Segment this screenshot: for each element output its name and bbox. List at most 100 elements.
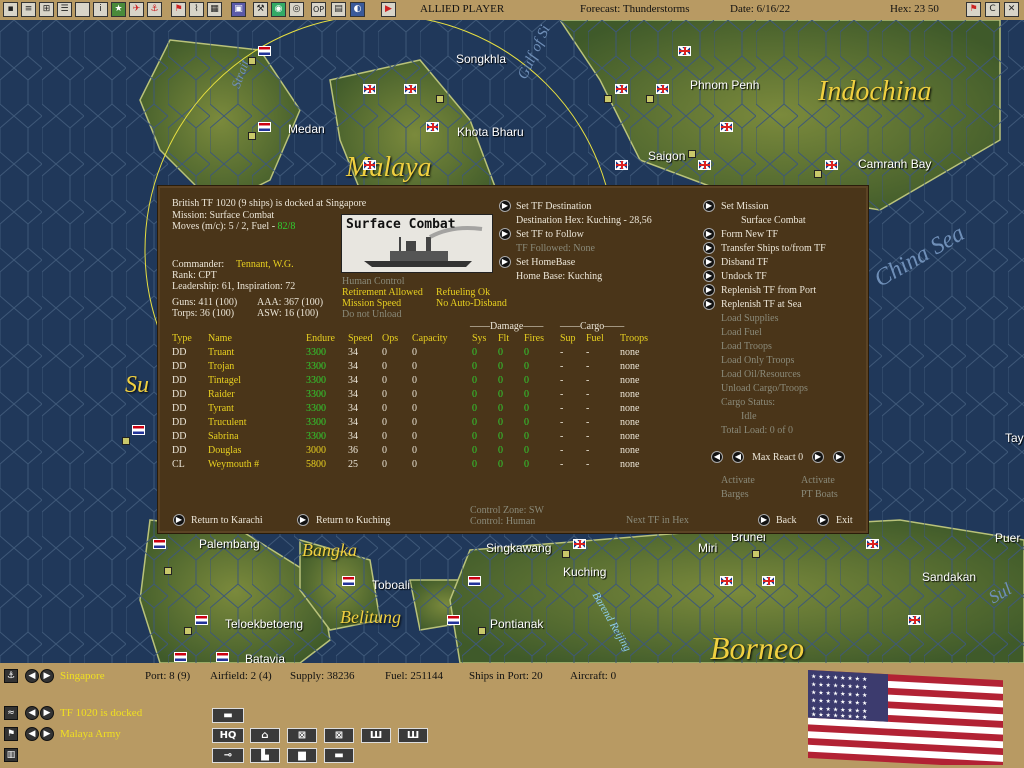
dutch-flag-icon[interactable] — [258, 46, 271, 56]
load-fuel-button[interactable]: Load Fuel — [721, 327, 762, 338]
arrow-right-icon[interactable]: ▶ — [703, 298, 715, 310]
arrow-right-icon[interactable]: ▶ — [499, 200, 511, 212]
next-arrow-icon[interactable]: ▶ — [40, 727, 54, 741]
tf-status[interactable]: TF 1020 is docked — [60, 707, 142, 719]
load-troops-button[interactable]: Load Troops — [721, 341, 772, 352]
blank-icon[interactable] — [75, 2, 90, 17]
ship-name[interactable]: Weymouth # — [208, 459, 259, 470]
british-flag-icon[interactable] — [866, 539, 879, 549]
double-right-icon[interactable]: ▶ — [833, 451, 845, 463]
british-flag-icon[interactable] — [720, 576, 733, 586]
british-flag-icon[interactable] — [615, 84, 628, 94]
british-flag-icon[interactable] — [825, 160, 838, 170]
city-songkhla[interactable]: Songkhla — [456, 52, 506, 66]
activate-pt-line2[interactable]: PT Boats — [801, 489, 838, 500]
list-icon[interactable]: ☰ — [57, 2, 72, 17]
ship-name[interactable]: Sabrina — [208, 431, 239, 442]
commander-name[interactable]: Tennant, W.G. — [236, 259, 294, 270]
transfer-ships-button[interactable]: Transfer Ships to/from TF — [721, 243, 826, 254]
replenish-sea-button[interactable]: Replenish TF at Sea — [721, 299, 802, 310]
city-kuching[interactable]: Kuching — [563, 565, 606, 579]
column-header-sup[interactable]: Sup — [560, 333, 576, 344]
arrow-right-icon[interactable]: ▶ — [758, 514, 770, 526]
column-header-sys[interactable]: Sys — [472, 333, 486, 344]
column-header-name[interactable]: Name — [208, 333, 232, 344]
british-flag-icon[interactable] — [363, 160, 376, 170]
dutch-flag-icon[interactable] — [468, 576, 481, 586]
dutch-flag-icon[interactable] — [447, 615, 460, 625]
infantry-icon[interactable]: ⊠ — [324, 728, 354, 743]
dutch-flag-icon[interactable] — [342, 576, 355, 586]
ship-name[interactable]: Truant — [208, 347, 234, 358]
arrow-right-icon[interactable]: ▶ — [499, 228, 511, 240]
base-marker-icon[interactable] — [164, 567, 172, 575]
prev-arrow-icon[interactable]: ◀ — [25, 727, 39, 741]
chart-icon[interactable]: ▤ — [331, 2, 346, 17]
column-header-ops[interactable]: Ops — [382, 333, 398, 344]
next-tf-button[interactable]: Next TF in Hex — [626, 515, 689, 526]
ship-name[interactable]: Tintagel — [208, 375, 241, 386]
british-flag-icon[interactable] — [426, 122, 439, 132]
set-follow-button[interactable]: Set TF to Follow — [516, 229, 584, 240]
british-flag-icon[interactable] — [615, 160, 628, 170]
play-icon[interactable]: ▶ — [381, 2, 396, 17]
base-marker-icon[interactable] — [248, 132, 256, 140]
base-marker-icon[interactable] — [814, 170, 822, 178]
dutch-flag-icon[interactable] — [216, 652, 229, 662]
column-header-endure[interactable]: Endure — [306, 333, 335, 344]
base-marker-icon[interactable] — [562, 550, 570, 558]
form-new-tf-button[interactable]: Form New TF — [721, 229, 778, 240]
globe-icon[interactable]: ◉ — [271, 2, 286, 17]
british-flag-icon[interactable] — [720, 122, 733, 132]
ship-name[interactable]: Trojan — [208, 361, 234, 372]
ship-name[interactable]: Tyrant — [208, 403, 234, 414]
base-marker-icon[interactable] — [646, 95, 654, 103]
mission-speed-status[interactable]: Mission Speed — [342, 298, 401, 309]
human-control-status[interactable]: Human Control — [342, 276, 405, 287]
city-singkawang[interactable]: Singkawang — [486, 541, 551, 555]
city-tay[interactable]: Tay — [1005, 431, 1024, 445]
refueling-status[interactable]: Refueling Ok — [436, 287, 490, 298]
undock-tf-button[interactable]: Undock TF — [721, 271, 767, 282]
star-icon[interactable]: ★ — [111, 2, 126, 17]
city-phnom-penh[interactable]: Phnom Penh — [690, 78, 759, 92]
prev-arrow-icon[interactable]: ◀ — [25, 706, 39, 720]
ship-unit-icon[interactable]: ▬ — [324, 748, 354, 763]
exit-button[interactable]: Exit — [836, 515, 853, 526]
column-header-fires[interactable]: Fires — [524, 333, 544, 344]
load-oil-button[interactable]: Load Oil/Resources — [721, 369, 801, 380]
close-icon[interactable]: ✕ — [1004, 2, 1019, 17]
base-marker-icon[interactable] — [436, 95, 444, 103]
next-arrow-icon[interactable]: ▶ — [40, 669, 54, 683]
activate-barges-line1[interactable]: Activate — [721, 475, 755, 486]
base-marker-icon[interactable] — [184, 627, 192, 635]
base-marker-icon[interactable] — [688, 150, 696, 158]
retirement-status[interactable]: Retirement Allowed — [342, 287, 423, 298]
column-header-troops[interactable]: Troops — [620, 333, 648, 344]
return-karachi-button[interactable]: Return to Karachi — [191, 515, 263, 526]
base-marker-icon[interactable] — [604, 95, 612, 103]
camera-icon[interactable]: ◐ — [350, 2, 365, 17]
engineer-icon[interactable]: Ш — [398, 728, 428, 743]
column-header-speed[interactable]: Speed — [348, 333, 372, 344]
column-header-fuel[interactable]: Fuel — [586, 333, 604, 344]
ship-icon[interactable]: ⚓ — [147, 2, 162, 17]
british-flag-icon[interactable] — [762, 576, 775, 586]
plane-icon[interactable]: ✈ — [129, 2, 144, 17]
disband-tf-button[interactable]: Disband TF — [721, 257, 768, 268]
arrow-right-icon[interactable]: ▶ — [703, 284, 715, 296]
city-khota-bharu[interactable]: Khota Bharu — [457, 125, 524, 139]
ship-name[interactable]: Truculent — [208, 417, 247, 428]
city-batavia[interactable]: Batavia — [245, 652, 285, 663]
ship-name[interactable]: Douglas — [208, 445, 241, 456]
activate-pt-line1[interactable]: Activate — [801, 475, 835, 486]
dutch-flag-icon[interactable] — [258, 122, 271, 132]
mission-image[interactable]: Surface Combat — [341, 214, 493, 273]
city-pontianak[interactable]: Pontianak — [490, 617, 543, 631]
chart-icon[interactable]: ▥ — [4, 748, 18, 762]
dutch-flag-icon[interactable] — [174, 652, 187, 662]
flag-icon[interactable]: ⚑ — [966, 2, 981, 17]
arrow-right-icon[interactable]: ▶ — [703, 228, 715, 240]
dutch-flag-icon[interactable] — [195, 615, 208, 625]
base-marker-icon[interactable] — [122, 437, 130, 445]
